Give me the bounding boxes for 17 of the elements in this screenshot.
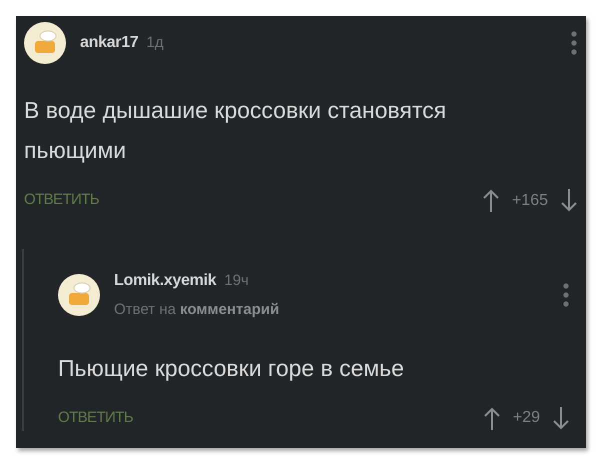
avatar-icon[interactable] (58, 274, 100, 316)
score: +165 (512, 190, 548, 210)
reply-to-text: Ответ на комментарий (114, 300, 280, 320)
avatar-icon[interactable] (24, 22, 66, 64)
downvote-icon[interactable] (560, 188, 578, 213)
upvote-icon[interactable] (482, 188, 500, 213)
username[interactable]: ankar17 (80, 34, 138, 51)
username[interactable]: Lomik.xyemik (114, 272, 216, 289)
downvote-icon[interactable] (552, 406, 570, 430)
more-menu-icon[interactable] (570, 30, 578, 56)
upvote-icon[interactable] (482, 406, 501, 430)
more-menu-icon[interactable] (562, 282, 570, 308)
timestamp: 1д (146, 34, 164, 51)
comment-text: В воде дышашие кроссовки становятся пьющими (24, 96, 448, 165)
comment-text: Пьющие кроссовки горе в семье (58, 354, 406, 383)
timestamp: 19ч (224, 272, 249, 289)
score: +29 (512, 408, 540, 428)
